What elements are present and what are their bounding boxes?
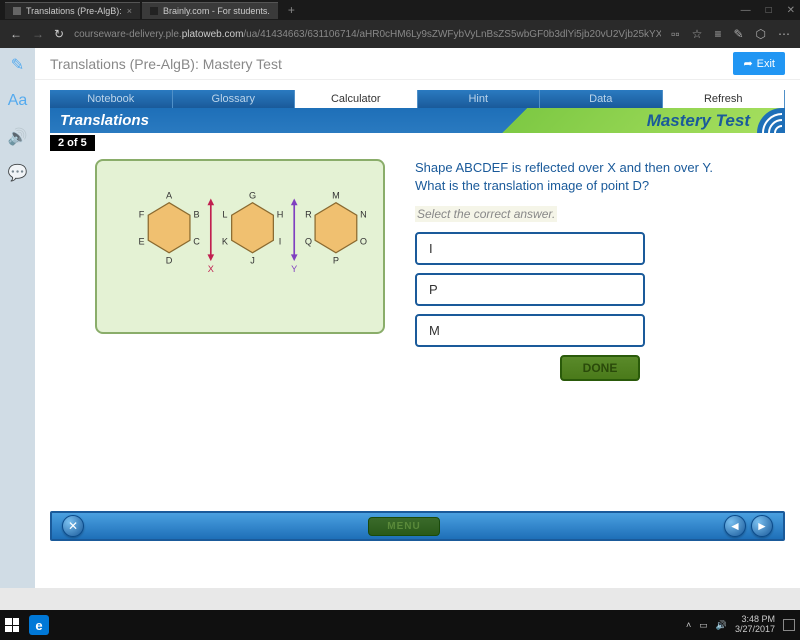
new-tab-button[interactable]: + [280,3,303,17]
address-bar[interactable]: courseware-delivery.ple.platoweb.com/ua/… [74,29,661,40]
hub-icon[interactable]: ≡ [714,27,721,41]
exit-icon: ➦ [743,57,752,70]
share-icon[interactable]: ⬡ [756,27,766,41]
tab-data[interactable]: Data [540,90,663,108]
tab-title: Brainly.com - For students. [163,6,270,16]
svg-text:A: A [166,191,173,201]
svg-text:F: F [139,210,145,220]
refresh-icon[interactable]: ↻ [54,27,64,41]
prev-button[interactable]: ◄ [724,515,746,537]
instruction-text: Select the correct answer. [415,206,557,222]
axis-x-label: X [208,264,214,274]
favorite-icon[interactable]: ☆ [692,27,703,41]
browser-toolbar: ← → ↻ courseware-delivery.ple.platoweb.c… [0,20,800,48]
tab-favicon [150,7,158,15]
tab-refresh[interactable]: Refresh [663,90,786,108]
edit-tool-icon[interactable]: ✎ [8,56,28,74]
svg-text:L: L [222,210,227,220]
svg-text:D: D [166,256,173,266]
question-text: Shape ABCDEF is reflected over X and the… [415,159,735,195]
lesson-bottom-bar: ✕ MENU ◄ ► [50,511,785,541]
browser-tab-1[interactable]: Brainly.com - For students. [142,2,278,19]
browser-tab-0[interactable]: Translations (Pre-AlgB): × [5,2,140,19]
tray-chevron-icon[interactable]: ˄ [686,620,691,630]
svg-text:Q: Q [305,236,312,246]
taskbar: e ˄ ▭ 🔊 3:48 PM 3/27/2017 [0,610,800,640]
svg-text:M: M [332,191,340,201]
svg-text:N: N [360,210,367,220]
note-icon[interactable]: ✎ [733,27,743,41]
notifications-icon[interactable] [783,619,795,631]
svg-text:E: E [139,236,145,246]
question-body: A B C D E F X G [50,151,785,511]
audio-tool-icon[interactable]: 🔊 [8,128,28,146]
tab-title: Translations (Pre-AlgB): [26,6,122,16]
axis-y-label: Y [291,264,297,274]
answer-option-1[interactable]: P [415,273,645,306]
hexagon-abcdef: A B C D E F [139,191,201,266]
reading-icon[interactable]: ▫▫ [671,27,680,41]
page-title: Translations (Pre-AlgB): Mastery Test [50,56,282,72]
lesson-topic: Translations [50,112,149,129]
tab-glossary[interactable]: Glossary [173,90,296,108]
exit-button[interactable]: ➦ Exit [733,52,785,75]
chat-tool-icon[interactable]: 💬 [8,164,28,182]
question-counter: 2 of 5 [50,135,95,151]
answer-option-0[interactable]: I [415,232,645,265]
lesson-title-bar: Translations Mastery Test [50,108,785,133]
maximize-icon[interactable]: □ [766,5,772,16]
url-domain: platoweb.com [182,29,244,40]
tab-favicon [13,7,21,15]
hexagon-ghijkl: G H I J K L [222,191,283,266]
lesson-frame: Notebook Glossary Calculator Hint Data R… [50,90,785,541]
tab-calculator[interactable]: Calculator [295,90,418,108]
exit-label: Exit [757,58,775,70]
forward-icon[interactable]: → [32,27,44,41]
next-button[interactable]: ► [751,515,773,537]
start-button[interactable] [5,618,19,632]
close-lesson-button[interactable]: ✕ [62,515,84,537]
more-icon[interactable]: ⋯ [778,27,790,41]
answer-option-2[interactable]: M [415,314,645,347]
page-content: Translations (Pre-AlgB): Mastery Test ➦ … [35,48,800,588]
svg-text:H: H [277,210,284,220]
clock[interactable]: 3:48 PM 3/27/2017 [735,615,775,635]
svg-text:J: J [250,256,255,266]
tab-hint[interactable]: Hint [418,90,541,108]
svg-text:C: C [193,236,200,246]
tool-sidebar: ✎ Aa 🔊 💬 [0,48,35,588]
question-panel: Shape ABCDEF is reflected over X and the… [415,159,785,503]
diagram: A B C D E F X G [95,159,385,334]
url-path: /ua/41434663/631106714/aHR0cHM6Ly9sZWFyb… [243,29,661,40]
svg-text:I: I [279,236,282,246]
volume-icon[interactable]: 🔊 [716,620,727,631]
lesson-tab-row: Notebook Glossary Calculator Hint Data R… [50,90,785,108]
wave-icon [757,108,785,133]
svg-text:R: R [305,210,312,220]
close-icon[interactable]: × [127,6,132,16]
lesson-mode: Mastery Test [647,111,750,131]
edge-taskbar-icon[interactable]: e [29,615,49,635]
done-button[interactable]: DONE [560,355,640,381]
svg-text:K: K [222,236,228,246]
browser-tabstrip: Translations (Pre-AlgB): × Brainly.com -… [0,0,800,20]
hexagon-svg: A B C D E F X G [97,161,383,332]
minimize-icon[interactable]: — [741,5,751,16]
clock-date: 3/27/2017 [735,625,775,635]
close-window-icon[interactable]: ✕ [787,5,795,16]
url-prefix: courseware-delivery.ple. [74,29,182,40]
svg-text:B: B [194,210,200,220]
tab-notebook[interactable]: Notebook [50,90,173,108]
svg-text:O: O [360,236,367,246]
svg-text:P: P [333,256,339,266]
hexagon-mnopqr: M N O P Q R [305,191,367,266]
network-icon[interactable]: ▭ [699,620,708,631]
menu-button[interactable]: MENU [368,517,439,536]
page-header: Translations (Pre-AlgB): Mastery Test ➦ … [35,48,800,80]
text-tool-icon[interactable]: Aa [8,92,28,110]
svg-text:G: G [249,191,256,201]
back-icon[interactable]: ← [10,27,22,41]
system-tray: ˄ ▭ 🔊 3:48 PM 3/27/2017 [686,615,795,635]
